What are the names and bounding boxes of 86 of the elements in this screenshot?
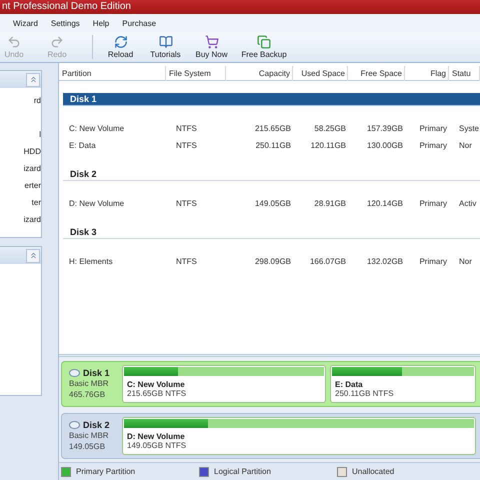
sidebar-item[interactable]: l	[0, 126, 41, 143]
table-cell-text: 120.14GB	[366, 199, 404, 208]
cart-icon	[204, 35, 218, 49]
table-cell-text: NTFS	[175, 199, 198, 208]
table-cell-text: Primary	[418, 199, 448, 208]
partition-info: 250.11GB NTFS	[334, 389, 395, 398]
window-title: nt Professional Demo Edition	[0, 0, 480, 14]
column-header[interactable]: Used Space	[293, 66, 348, 81]
toolbar-button[interactable]: Buy Now	[189, 32, 234, 62]
disk-header[interactable]: Disk 1	[63, 93, 480, 106]
sidebar-item[interactable]: izard	[0, 160, 41, 177]
partition-info: 149.05GB NTFS	[126, 441, 188, 450]
column-header[interactable]: Flag	[405, 66, 449, 81]
toolbar-button[interactable]: Free Backup	[234, 32, 294, 62]
table-cell-text: Nor	[458, 141, 473, 150]
table-cell-text: 58.25GB	[313, 124, 347, 133]
refresh-icon	[114, 35, 128, 49]
book-icon	[158, 35, 172, 49]
chevron-up-icon	[28, 251, 38, 260]
table-cell-text: 28.91GB	[313, 199, 347, 208]
column-header[interactable]: Partition	[59, 66, 166, 81]
disk-type: Basic MBR	[69, 430, 110, 441]
legend-label: Primary Partition	[76, 467, 136, 476]
partition-name: E: Data	[334, 379, 364, 389]
table-cell-text: 149.05GB	[254, 199, 292, 208]
partition-block[interactable]: E: Data 250.11GB NTFS	[330, 365, 476, 403]
copy-icon	[257, 35, 271, 49]
disk-icon	[69, 369, 80, 377]
partition-name: C: New Volume	[126, 379, 186, 389]
table-cell-text: 215.65GB	[254, 124, 292, 133]
column-header[interactable]: File System	[166, 66, 226, 81]
disk-size: 465.76GB	[69, 389, 106, 400]
legend-label: Logical Partition	[214, 467, 271, 476]
menu-item[interactable]: Wizard	[13, 18, 38, 28]
menu-item[interactable]: Help	[92, 18, 110, 28]
disk-name: Disk 2	[83, 420, 110, 430]
sidebar-item[interactable]: HDD	[0, 143, 41, 160]
toolbar-button[interactable]: Reload	[99, 32, 142, 62]
table-cell-text: NTFS	[175, 124, 198, 133]
partition-name: D: New Volume	[126, 431, 186, 441]
table-cell-text: H: Elements	[68, 257, 114, 266]
disk-header[interactable]: Disk 3	[63, 226, 480, 239]
disk-header[interactable]: Disk 2	[63, 168, 480, 181]
table-cell-text: C: New Volume	[68, 124, 126, 133]
column-header[interactable]: Statu	[449, 66, 480, 81]
table-cell-text: NTFS	[175, 141, 198, 150]
sidebar-item[interactable]: izard	[0, 211, 41, 228]
column-header[interactable]: Capacity	[226, 66, 293, 81]
table-cell-text: NTFS	[175, 257, 198, 266]
chevron-up-icon	[28, 75, 38, 84]
table-cell-text: 166.07GB	[308, 257, 347, 266]
table-cell-text: 120.11GB	[310, 141, 347, 150]
table-cell-text: 250.11GB	[254, 141, 292, 150]
collapse-button[interactable]	[26, 72, 40, 86]
column-header[interactable]: Free Space	[348, 66, 405, 81]
menu-item[interactable]: Settings	[50, 18, 80, 28]
legend-label: Unallocated	[352, 467, 394, 476]
table-cell-text: Activ	[458, 199, 478, 208]
table-cell-text: D: New Volume	[68, 199, 126, 208]
toolbar-button[interactable]: Tutorials	[142, 32, 189, 62]
undo-icon	[7, 35, 21, 49]
menu-item[interactable]: Purchase	[122, 18, 156, 28]
collapse-button[interactable]	[26, 248, 40, 262]
sidebar-item[interactable]: ter	[0, 194, 41, 211]
table-cell-text: 157.39GB	[366, 124, 404, 133]
partition-info: 215.65GB NTFS	[126, 389, 188, 398]
table-cell-text: 298.09GB	[254, 257, 292, 266]
partition-block[interactable]: D: New Volume 149.05GB NTFS	[122, 417, 476, 455]
table-cell-text: Syste	[458, 124, 480, 133]
table-cell-text: Primary	[418, 124, 448, 133]
disk-size: 149.05GB	[69, 441, 106, 452]
disk-card[interactable]: Disk 1 Basic MBR 465.76GB C: New Volume 215.65GB NTFS E: Data 250.11GB NTFS	[61, 361, 480, 407]
disk-name: Disk 1	[83, 368, 110, 378]
table-cell-text: Nor	[458, 257, 473, 266]
redo-icon	[50, 35, 64, 49]
table-cell-text: 130.00GB	[366, 141, 404, 150]
disk-type: Basic MBR	[69, 378, 110, 389]
table-cell-text: 132.02GB	[366, 257, 404, 266]
sidebar-item[interactable]: erter	[0, 177, 41, 194]
disk-card[interactable]: Disk 2 Basic MBR 149.05GB D: New Volume 149.05GB NTFS	[61, 413, 480, 459]
sidebar-item[interactable]: rd	[0, 92, 41, 109]
table-cell-text: Primary	[418, 257, 448, 266]
disk-icon	[69, 421, 80, 429]
partition-block[interactable]: C: New Volume 215.65GB NTFS	[122, 365, 326, 403]
table-cell-text: Primary	[418, 141, 448, 150]
table-cell-text: E: Data	[68, 141, 97, 150]
